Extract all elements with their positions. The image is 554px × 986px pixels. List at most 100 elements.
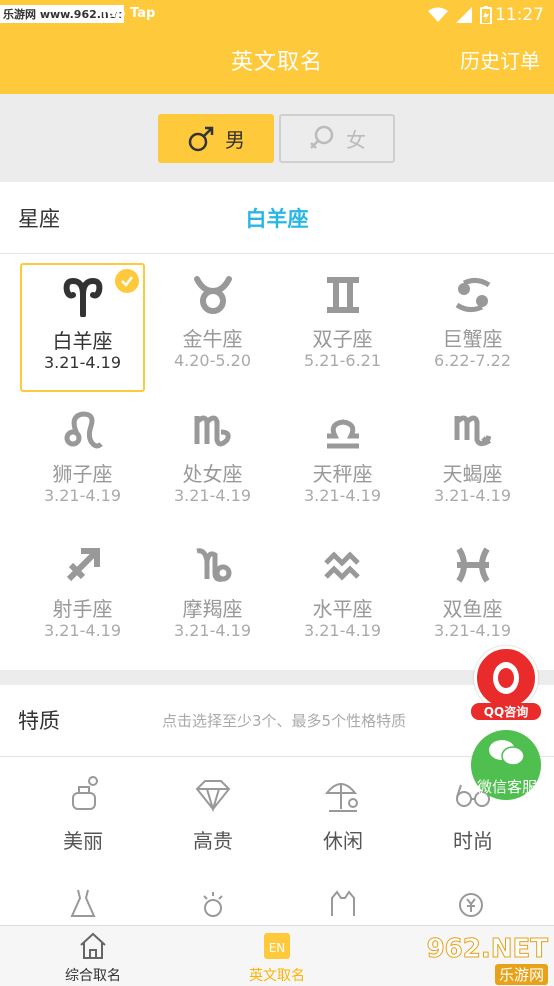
money-icon [459,893,483,917]
zodiac-cancer[interactable]: 巨蟹座 6.22-7.22 [410,263,535,392]
notification-tap-1: Tap [100,6,126,21]
cancer-icon [455,277,490,313]
virgo-icon [194,415,231,447]
zodiac-date: 3.21-4.19 [43,621,122,640]
lightbulb-icon [203,892,223,917]
notification-tap-2: Tap [130,6,156,21]
gemini-icon [326,277,359,313]
nav-english-naming[interactable]: EN 英文取名 [212,931,342,985]
zodiac-date: 3.21-4.19 [303,621,382,640]
female-button[interactable]: 女 [279,114,395,163]
zodiac-date: 5.21-6.21 [303,351,382,370]
zodiac-date: 3.21-4.19 [43,353,122,372]
nav-label: 综合取名 [65,968,121,984]
aries-icon [63,277,102,317]
female-icon [310,125,334,149]
female-label: 女 [346,128,366,152]
diamond-icon [195,780,231,813]
sagittarius-icon [66,548,100,582]
signal-icon [456,7,472,23]
zodiac-libra[interactable]: 天秤座 3.21-4.19 [280,398,405,527]
beach-umbrella-icon [324,783,358,812]
aquarius-icon [323,551,360,581]
zodiac-name: 水平座 [312,597,373,621]
male-button[interactable]: 男 [158,114,274,163]
perfume-icon [72,776,98,810]
zodiac-taurus[interactable]: 金牛座 4.20-5.20 [150,263,275,392]
zodiac-name: 处女座 [182,462,243,486]
zodiac-pisces[interactable]: 双鱼座 3.21-4.19 [410,533,535,662]
trait-label: 高贵 [193,829,233,853]
trait-label: 时尚 [453,829,493,853]
zodiac-name: 天蝎座 [442,462,503,486]
zodiac-capricorn[interactable]: 摩羯座 3.21-4.19 [150,533,275,662]
divider [0,253,554,254]
zodiac-aquarius[interactable]: 水平座 3.21-4.19 [280,533,405,662]
zodiac-name: 巨蟹座 [442,327,503,351]
zodiac-name: 狮子座 [52,462,113,486]
status-icons [428,6,492,24]
zodiac-name: 金牛座 [182,327,243,351]
zodiac-virgo[interactable]: 处女座 3.21-4.19 [150,398,275,527]
gender-selector: 男 女 [0,94,554,182]
dress-icon [70,889,96,917]
zodiac-name: 双子座 [312,327,373,351]
watermark-sub-text: 乐游网 [494,964,548,985]
taurus-icon [193,276,232,314]
cat-icon [331,890,355,916]
wechat-service-button[interactable]: 微信客服 [469,730,543,800]
trait-partial-3[interactable] [278,883,408,923]
watermark-logo-text: 962.NET [426,934,548,965]
zodiac-name: 射手座 [52,597,113,621]
selected-zodiac: 白羊座 [245,207,309,231]
capricorn-icon [195,548,231,582]
en-icon: EN [264,933,290,959]
nav-comprehensive-naming[interactable]: 综合取名 [28,931,158,985]
zodiac-date: 4.20-5.20 [173,351,252,370]
zodiac-sagittarius[interactable]: 射手座 3.21-4.19 [20,533,145,662]
status-bar: 乐游网 www.962.net Tap Tap 11:27 [0,0,554,30]
app-header: 英文取名 历史订单 [0,30,554,94]
zodiac-date: 3.21-4.19 [433,486,512,505]
traits-hint: 点击选择至少3个、最多5个性格特质 [162,712,407,730]
male-icon [188,126,214,151]
home-icon [80,932,106,959]
pisces-icon [455,547,490,583]
wechat-service-label: 微信客服 [476,778,537,796]
zodiac-date: 6.22-7.22 [433,351,512,370]
trait-partial-1[interactable] [18,883,148,923]
qq-consult-label: QQ咨询 [471,703,541,720]
trait-label: 休闲 [323,829,363,853]
zodiac-name: 双鱼座 [442,597,503,621]
svg-text:EN: EN [269,941,286,955]
trait-partial-2[interactable] [148,883,278,923]
history-orders-link[interactable]: 历史订单 [460,45,540,74]
zodiac-date: 3.21-4.19 [173,621,252,640]
trait-label: 美丽 [63,829,103,853]
zodiac-aries[interactable]: 白羊座 3.21-4.19 [20,263,145,392]
zodiac-date: 3.21-4.19 [173,486,252,505]
trait-beautiful[interactable]: 美丽 [18,775,148,854]
libra-icon [326,419,359,449]
zodiac-name: 天秤座 [312,462,373,486]
zodiac-name: 白羊座 [52,329,113,353]
trait-partial-4[interactable] [408,883,538,923]
qq-icon [474,646,538,710]
qq-consult-button[interactable]: QQ咨询 [471,646,541,722]
site-watermark-logo: 962.NET 乐游网 [414,928,554,986]
leo-icon [64,411,103,449]
zodiac-scorpio[interactable]: 天蝎座 3.21-4.19 [410,398,535,527]
trait-noble[interactable]: 高贵 [148,775,278,854]
traits-section-label: 特质 [18,709,60,733]
nav-label: 英文取名 [249,968,305,984]
wifi-icon [428,7,448,22]
male-label: 男 [225,128,245,152]
zodiac-date: 3.21-4.19 [433,621,512,640]
trait-casual[interactable]: 休闲 [278,775,408,854]
scorpio-icon [454,415,491,447]
clock: 11:27 [495,5,544,25]
zodiac-section: 星座 白羊座 白羊座 3.21-4.19 金牛座 4.20-5.20 双子座 5… [0,182,554,670]
zodiac-leo[interactable]: 狮子座 3.21-4.19 [20,398,145,527]
zodiac-gemini[interactable]: 双子座 5.21-6.21 [280,263,405,392]
zodiac-name: 摩羯座 [182,597,243,621]
